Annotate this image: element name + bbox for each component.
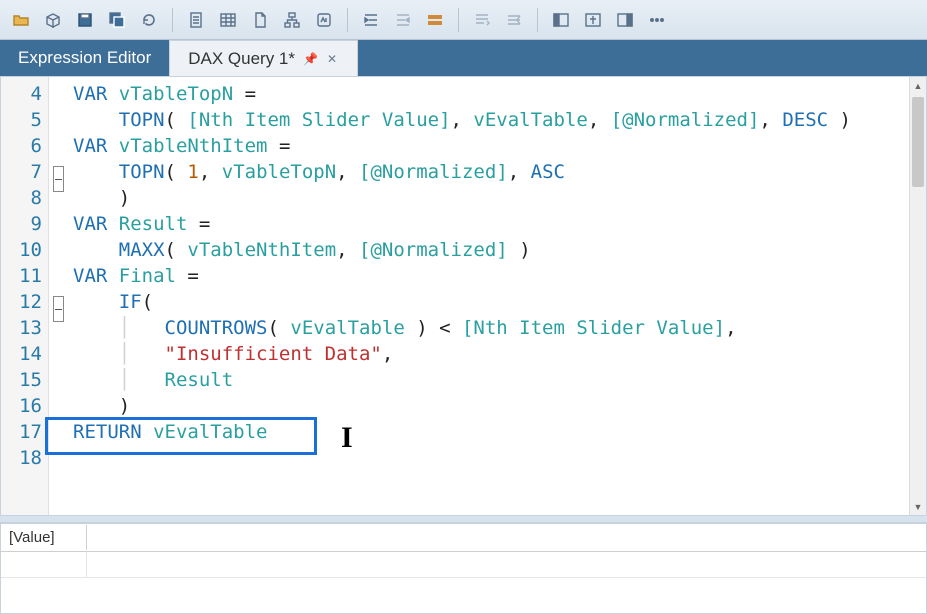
tab-dax-query-1[interactable]: DAX Query 1* 📌 ✕ [169, 40, 358, 76]
vertical-scrollbar[interactable]: ▲ ▼ [909, 77, 926, 515]
line-number-gutter: 456789101112131415161718 [1, 77, 49, 515]
tab-label: DAX Query 1* [188, 49, 295, 69]
scroll-up-icon[interactable]: ▲ [910, 77, 926, 94]
code-line[interactable]: │ COUNTROWS( vEvalTable ) < [Nth Item Sl… [73, 315, 926, 341]
fold-gutter[interactable] [49, 77, 67, 515]
code-line[interactable]: TOPN( 1, vTableTopN, [@Normalized], ASC [73, 159, 926, 185]
package-icon[interactable] [38, 5, 68, 35]
code-line[interactable]: VAR vTableNthItem = [73, 133, 926, 159]
scroll-down-icon[interactable]: ▼ [910, 498, 926, 515]
region-icon[interactable] [420, 5, 450, 35]
document-icon[interactable] [181, 5, 211, 35]
panel-left-icon[interactable] [546, 5, 576, 35]
more-icon[interactable] [642, 5, 672, 35]
page-icon[interactable] [245, 5, 275, 35]
code-line[interactable]: TOPN( [Nth Item Slider Value], vEvalTabl… [73, 107, 926, 133]
grid-column-header[interactable]: [Value] [1, 525, 87, 550]
grid-row[interactable] [1, 552, 926, 578]
code-line[interactable]: RETURN vEvalTable [73, 419, 926, 445]
document-tabstrip: Expression Editor DAX Query 1* 📌 ✕ [0, 40, 927, 76]
pin-icon[interactable]: 📌 [303, 52, 317, 66]
scroll-thumb[interactable] [912, 97, 924, 187]
code-line[interactable]: │ "Insufficient Data", [73, 341, 926, 367]
step-into-icon[interactable] [499, 5, 529, 35]
main-toolbar [0, 0, 927, 40]
panel-center-icon[interactable] [578, 5, 608, 35]
code-line[interactable]: VAR Result = [73, 211, 926, 237]
script-icon[interactable] [309, 5, 339, 35]
grid-cell[interactable] [1, 552, 87, 577]
tab-expression-editor[interactable]: Expression Editor [0, 40, 169, 76]
tab-label: Expression Editor [18, 48, 151, 68]
close-icon[interactable]: ✕ [325, 52, 339, 66]
code-line[interactable]: ) [73, 185, 926, 211]
refresh-icon[interactable] [134, 5, 164, 35]
outdent-icon[interactable] [388, 5, 418, 35]
indent-icon[interactable] [356, 5, 386, 35]
open-file-icon[interactable] [6, 5, 36, 35]
code-editor[interactable]: 456789101112131415161718 VAR vTableTopN … [0, 76, 927, 516]
code-line[interactable]: ) [73, 393, 926, 419]
step-over-icon[interactable] [467, 5, 497, 35]
grid-body [1, 552, 926, 613]
code-line[interactable]: IF( [73, 289, 926, 315]
code-line[interactable]: VAR vTableTopN = [73, 81, 926, 107]
save-all-icon[interactable] [102, 5, 132, 35]
grid-header-row: [Value] [1, 524, 926, 552]
code-line[interactable]: │ Result [73, 367, 926, 393]
code-line[interactable]: VAR Final = [73, 263, 926, 289]
panel-right-icon[interactable] [610, 5, 640, 35]
results-grid[interactable]: [Value] [0, 522, 927, 614]
code-line[interactable] [73, 445, 926, 471]
code-line[interactable]: MAXX( vTableNthItem, [@Normalized] ) [73, 237, 926, 263]
datasheet-icon[interactable] [213, 5, 243, 35]
hierarchy-icon[interactable] [277, 5, 307, 35]
code-area[interactable]: VAR vTableTopN = TOPN( [Nth Item Slider … [67, 77, 926, 515]
save-icon[interactable] [70, 5, 100, 35]
